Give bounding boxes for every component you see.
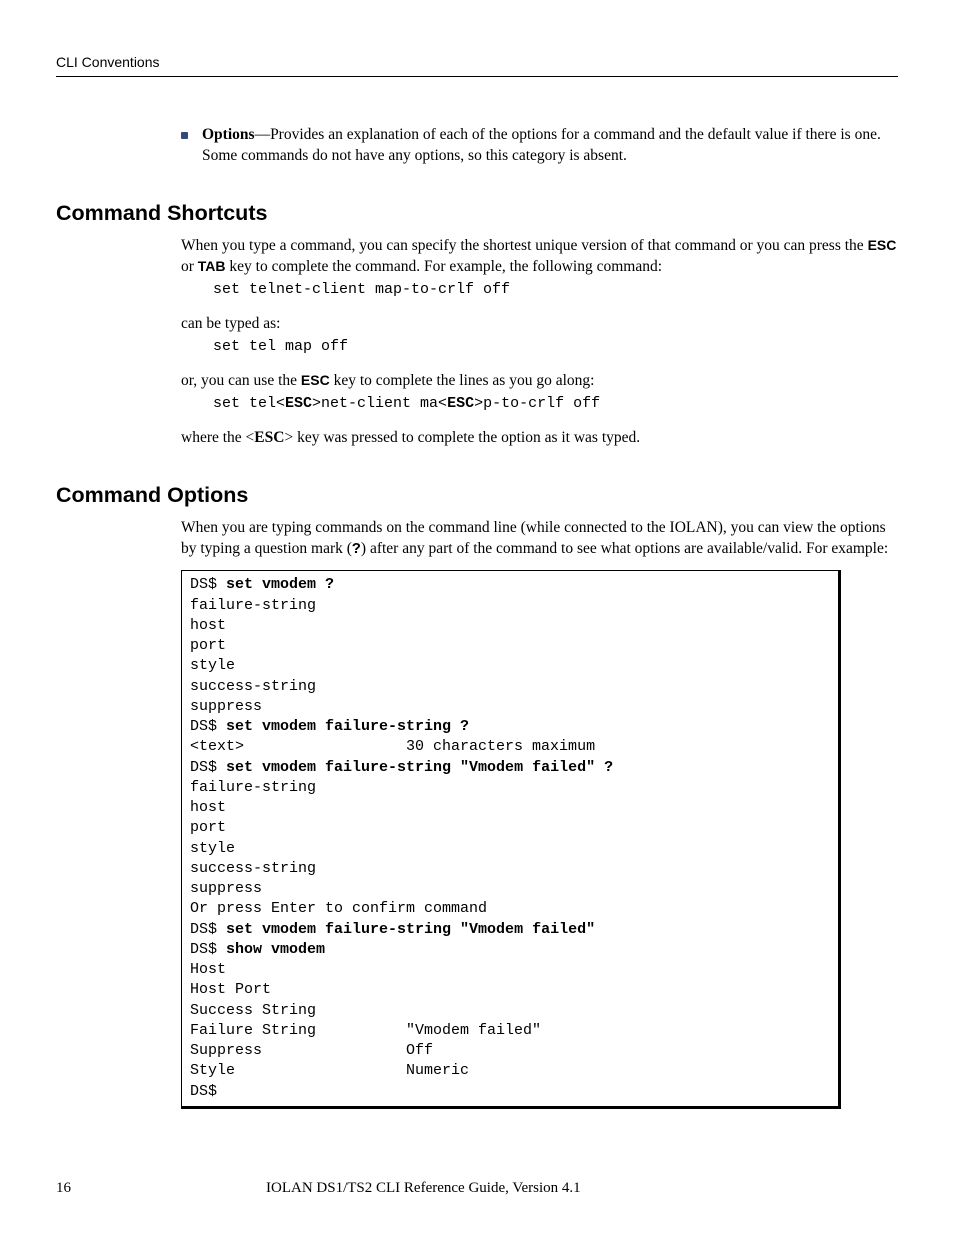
output-line: Host Port — [190, 981, 271, 998]
section2-body: When you are typing commands on the comm… — [181, 518, 898, 1109]
para-esc-pressed: where the <ESC> key was pressed to compl… — [181, 428, 898, 449]
terminal-example-box: DS$ set vmodem ? failure-string host por… — [181, 570, 841, 1109]
prompt: DS$ — [190, 576, 226, 593]
key-esc: ESC — [447, 395, 474, 412]
text: or, you can use the — [181, 372, 301, 389]
para-use-esc: or, you can use the ESC key to complete … — [181, 371, 898, 392]
text: >net-client ma< — [312, 395, 447, 412]
output-line: port — [190, 637, 226, 654]
bullet-label: Options — [202, 126, 255, 143]
para-shortcuts-intro: When you type a command, you can specify… — [181, 236, 898, 278]
output-line: Suppress Off — [190, 1042, 433, 1059]
bullet-body: —Provides an explanation of each of the … — [202, 126, 881, 164]
text: key to complete the lines as you go alon… — [330, 372, 595, 389]
text: ) after any part of the command to see w… — [361, 540, 888, 557]
output-line: Host — [190, 961, 226, 978]
code-example-1: set telnet-client map-to-crlf off — [213, 280, 898, 300]
cmd: set vmodem ? — [226, 576, 334, 593]
bullet-icon — [181, 132, 188, 139]
running-header: CLI Conventions — [56, 54, 898, 77]
body-column: Options—Provides an explanation of each … — [181, 125, 898, 167]
page-number: 16 — [56, 1180, 266, 1197]
key-esc: ESC — [301, 372, 330, 388]
cmd: show vmodem — [226, 941, 325, 958]
output-line: DS$ — [190, 1083, 217, 1100]
prompt: DS$ — [190, 941, 226, 958]
output-line: port — [190, 819, 226, 836]
output-line: success-string — [190, 860, 316, 877]
key-esc: ESC — [868, 237, 897, 253]
heading-command-shortcuts: Command Shortcuts — [56, 201, 898, 226]
para-typed-as: can be typed as: — [181, 314, 898, 335]
prompt: DS$ — [190, 718, 226, 735]
text: where the < — [181, 429, 254, 446]
key-esc: ESC — [285, 395, 312, 412]
question-mark: ? — [352, 541, 361, 558]
prompt: DS$ — [190, 759, 226, 776]
options-bullet: Options—Provides an explanation of each … — [181, 125, 898, 167]
bullet-text: Options—Provides an explanation of each … — [202, 125, 898, 167]
output-line: failure-string — [190, 597, 316, 614]
output-line: suppress — [190, 880, 262, 897]
code-example-3: set tel<ESC>net-client ma<ESC>p-to-crlf … — [213, 394, 898, 414]
text: When you type a command, you can specify… — [181, 237, 868, 254]
cmd: set vmodem failure-string "Vmodem failed… — [226, 921, 595, 938]
output-line: failure-string — [190, 779, 316, 796]
text: > key was pressed to complete the option… — [284, 429, 640, 446]
code-example-2: set tel map off — [213, 337, 898, 357]
output-line: Failure String "Vmodem failed" — [190, 1022, 541, 1039]
output-line: style — [190, 840, 235, 857]
page-footer: 16 IOLAN DS1/TS2 CLI Reference Guide, Ve… — [56, 1180, 898, 1197]
key-esc-bold: ESC — [254, 429, 284, 446]
para-options-intro: When you are typing commands on the comm… — [181, 518, 898, 560]
text: set tel< — [213, 395, 285, 412]
output-line: <text> 30 characters maximum — [190, 738, 595, 755]
section1-body: When you type a command, you can specify… — [181, 236, 898, 449]
text: or — [181, 258, 198, 275]
output-line: Style Numeric — [190, 1062, 469, 1079]
cmd: set vmodem failure-string ? — [226, 718, 469, 735]
footer-title: IOLAN DS1/TS2 CLI Reference Guide, Versi… — [266, 1180, 581, 1197]
prompt: DS$ — [190, 921, 226, 938]
heading-command-options: Command Options — [56, 483, 898, 508]
cmd: set vmodem failure-string "Vmodem failed… — [226, 759, 613, 776]
output-line: host — [190, 799, 226, 816]
output-line: success-string — [190, 678, 316, 695]
key-tab: TAB — [198, 258, 226, 274]
text: >p-to-crlf off — [474, 395, 600, 412]
output-line: host — [190, 617, 226, 634]
output-line: Or press Enter to confirm command — [190, 900, 487, 917]
output-line: suppress — [190, 698, 262, 715]
output-line: style — [190, 657, 235, 674]
output-line: Success String — [190, 1002, 316, 1019]
text: key to complete the command. For example… — [226, 258, 662, 275]
page: CLI Conventions Options—Provides an expl… — [0, 0, 954, 1235]
